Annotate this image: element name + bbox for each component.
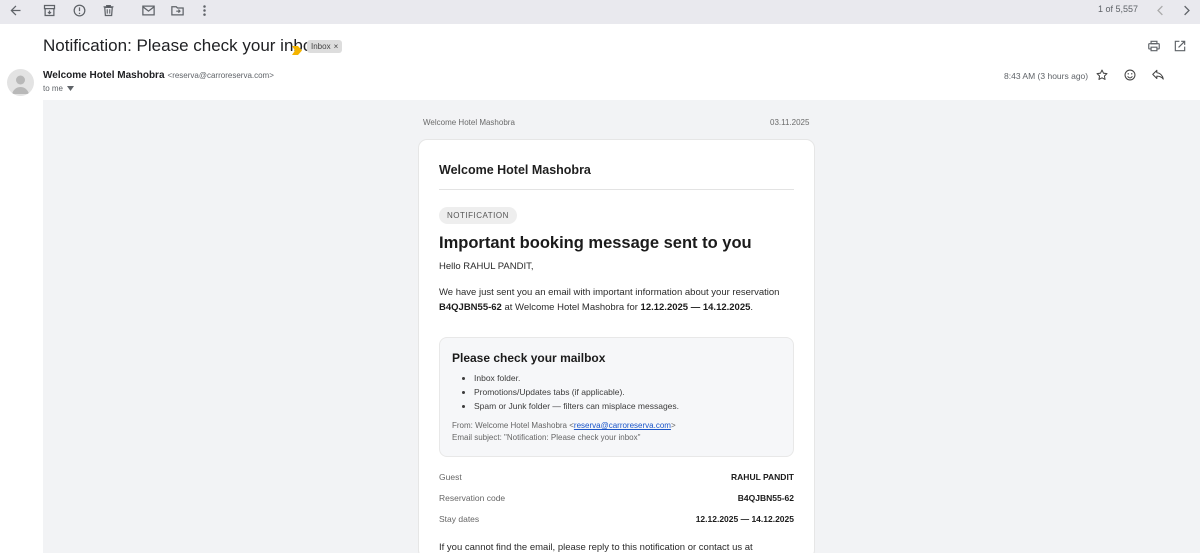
mailbox-tips-box: Please check your mailbox Inbox folder. … [439, 337, 794, 457]
back-arrow-icon[interactable] [5, 0, 25, 20]
from-line: From: Welcome Hotel Mashobra <reserva@ca… [452, 420, 676, 432]
label-text: Inbox [311, 42, 331, 51]
sender-email-link[interactable]: reserva@carroreserva.com [574, 421, 671, 430]
footer-text: If you cannot find the email, please rep… [439, 542, 753, 553]
stay-dates-inline: 12.12.2025 — 14.12.2025 [640, 302, 751, 313]
print-icon[interactable] [1146, 38, 1162, 54]
list-item: Promotions/Updates tabs (if applicable). [474, 385, 679, 399]
subject-line: Email subject: "Notification: Please che… [452, 433, 641, 442]
mark-unread-icon[interactable] [138, 0, 158, 20]
sender-avatar[interactable] [7, 69, 34, 96]
sender-name[interactable]: Welcome Hotel Mashobra [43, 70, 165, 81]
message-time: 8:43 AM (3 hours ago) [1004, 71, 1089, 81]
intro-text-1: We have just sent you an email with impo… [439, 287, 780, 298]
mailbox-list: Inbox folder. Promotions/Updates tabs (i… [474, 371, 679, 413]
preheader-sender: Welcome Hotel Mashobra [423, 118, 515, 127]
email-subject: Notification: Please check your inbox [43, 36, 321, 55]
detail-value: 12.12.2025 — 14.12.2025 [695, 514, 794, 524]
chevron-down-icon [67, 86, 75, 91]
preheader-date: 03.11.2025 [770, 118, 810, 127]
list-item: Spam or Junk folder — filters can mispla… [474, 399, 679, 413]
detail-value: B4QJBN55-62 [737, 493, 794, 503]
detail-key: Reservation code [439, 493, 506, 503]
delete-icon[interactable] [98, 0, 118, 20]
mailbox-from-info: From: Welcome Hotel Mashobra <reserva@ca… [452, 420, 676, 444]
list-item: Inbox folder. [474, 371, 679, 385]
message-toolbar: 1 of 5,557 [0, 0, 1200, 24]
reservation-code-inline: B4QJBN55-62 [439, 302, 502, 313]
open-in-new-window-icon[interactable] [1172, 38, 1188, 54]
from-prefix: From: Welcome Hotel Mashobra < [452, 421, 574, 430]
intro-text-2: at Welcome Hotel Mashobra for [501, 302, 641, 313]
sender-email: <reserva@carroreserva.com> [167, 71, 274, 80]
reply-icon[interactable] [1150, 67, 1166, 83]
detail-value: RAHUL PANDIT [731, 472, 794, 482]
newer-icon[interactable] [1176, 0, 1196, 20]
importance-marker-icon[interactable] [292, 42, 302, 60]
notification-pill: NOTIFICATION [439, 207, 517, 224]
from-suffix: > [670, 421, 676, 430]
greeting: Hello RAHUL PANDIT, [439, 261, 534, 272]
mailbox-title: Please check your mailbox [452, 351, 606, 365]
emoji-reaction-icon[interactable] [1122, 67, 1138, 83]
sender-line: Welcome Hotel Mashobra <reserva@carrorese… [43, 70, 274, 81]
older-icon[interactable] [1150, 0, 1170, 20]
email-card: Welcome Hotel Mashobra NOTIFICATION Impo… [418, 139, 815, 553]
archive-icon[interactable] [39, 0, 59, 20]
email-headline: Important booking message sent to you [439, 234, 752, 252]
star-icon[interactable] [1094, 67, 1110, 83]
recipient-text: to me [43, 84, 64, 93]
message-count: 1 of 5,557 [1097, 4, 1138, 14]
detail-key: Stay dates [439, 514, 480, 524]
inbox-label-chip: Inbox × [307, 40, 343, 53]
intro-paragraph: We have just sent you an email with impo… [439, 285, 799, 315]
recipient-details-toggle[interactable]: to me [43, 84, 75, 93]
detail-key: Guest [439, 472, 462, 482]
more-vert-icon[interactable] [194, 0, 214, 20]
intro-text-3: . [750, 302, 754, 313]
report-spam-icon[interactable] [69, 0, 89, 20]
card-divider [439, 189, 794, 190]
move-to-icon[interactable] [167, 0, 187, 20]
card-hotel-name: Welcome Hotel Mashobra [439, 163, 591, 177]
remove-label-button[interactable]: × [334, 42, 339, 51]
